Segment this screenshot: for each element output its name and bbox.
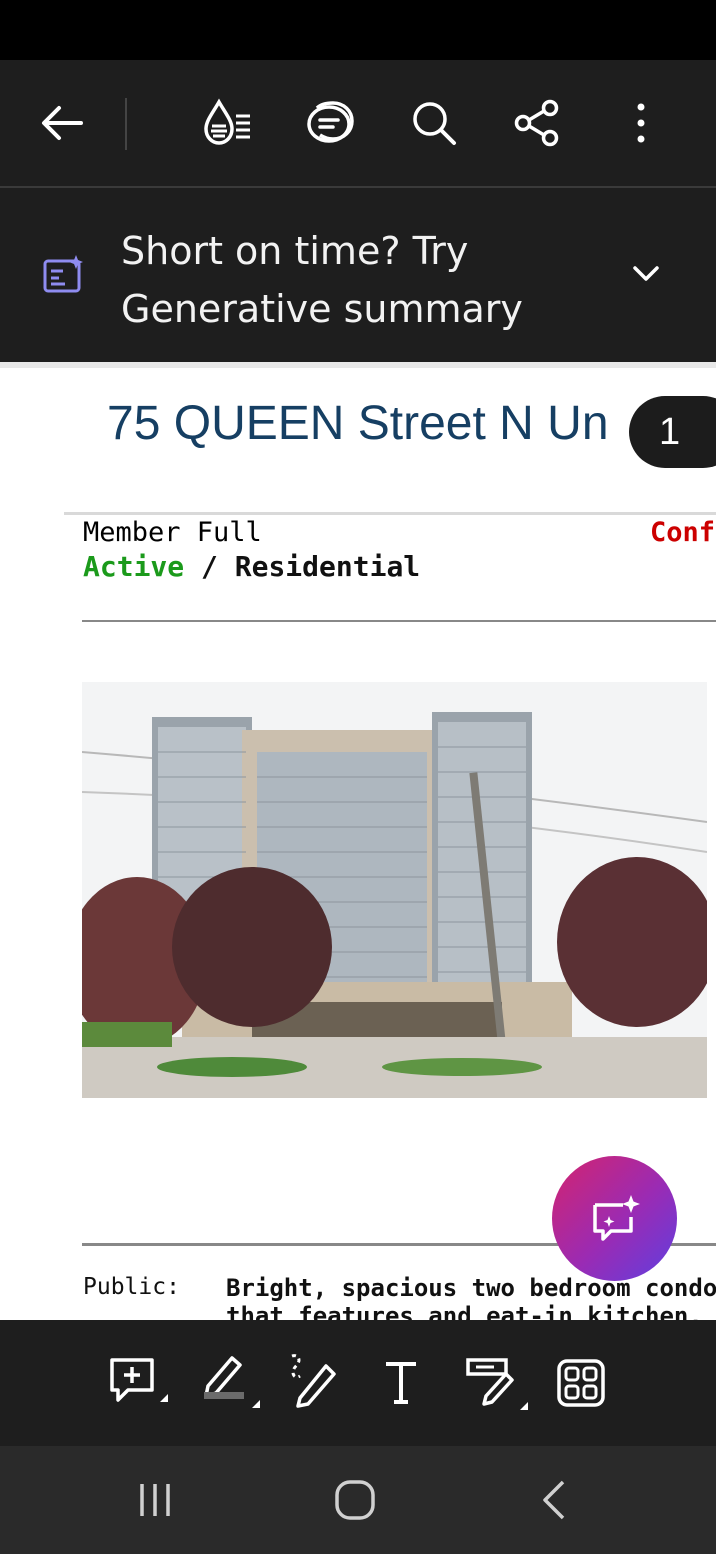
all-tools-button[interactable]: [548, 1350, 614, 1416]
listing-status: Active / Residential: [83, 550, 420, 583]
toolbar-divider: [125, 98, 127, 150]
all-tools-icon: [557, 1359, 605, 1407]
member-full-label: Member Full: [83, 517, 262, 548]
description-line-1: Bright, spacious two bedroom condo i: [226, 1274, 716, 1302]
back-nav-icon: [543, 1480, 565, 1520]
status-active: Active: [83, 550, 185, 583]
search-button[interactable]: [404, 93, 464, 153]
arrow-left-icon: [42, 106, 83, 140]
add-comment-button[interactable]: [104, 1350, 170, 1416]
ai-assistant-icon: [592, 1194, 640, 1241]
draw-button[interactable]: [280, 1350, 346, 1416]
more-options-button[interactable]: [611, 93, 671, 153]
share-button[interactable]: [507, 93, 567, 153]
public-remarks-label: Public:: [83, 1274, 180, 1300]
home-button[interactable]: [320, 1470, 390, 1530]
section-rule: [82, 620, 716, 622]
ai-assistant-button[interactable]: [552, 1156, 677, 1281]
text-icon: [386, 1362, 416, 1404]
edit-toolbar: [0, 1320, 716, 1446]
summary-prompt-text[interactable]: Short on time? Try Generative summary: [121, 222, 601, 338]
back-button[interactable]: [32, 93, 92, 153]
add-text-button[interactable]: [368, 1350, 434, 1416]
highlight-icon: [204, 1356, 260, 1408]
back-nav-button[interactable]: [520, 1470, 590, 1530]
comments-icon: [307, 101, 354, 143]
status-bar: [0, 0, 716, 60]
confidential-label: Conf: [650, 517, 716, 548]
header-rule: [64, 512, 716, 515]
liquid-mode-button[interactable]: [198, 93, 258, 153]
page-top-edge: [0, 362, 716, 368]
page-number-badge: 1: [629, 396, 716, 468]
add-comment-icon: [110, 1358, 168, 1402]
fill-sign-icon: [466, 1358, 528, 1410]
home-icon: [335, 1480, 375, 1520]
listing-title: 75 QUEEN Street N Un: [107, 397, 609, 450]
share-icon: [514, 99, 559, 147]
summary-line-2: Generative summary: [121, 287, 523, 331]
highlight-button[interactable]: [196, 1350, 262, 1416]
more-vertical-icon: [637, 103, 645, 143]
property-type: Residential: [234, 550, 421, 583]
fill-sign-button[interactable]: [462, 1350, 528, 1416]
ai-summary-icon: [43, 255, 83, 293]
top-toolbar: [0, 60, 716, 186]
comments-button[interactable]: [300, 93, 360, 153]
recent-apps-icon: [140, 1484, 170, 1516]
status-separator: /: [201, 550, 218, 583]
chevron-down-icon[interactable]: [626, 254, 666, 294]
summary-line-1: Short on time? Try: [121, 229, 469, 273]
liquid-mode-icon: [204, 98, 250, 145]
recent-apps-button[interactable]: [120, 1470, 190, 1530]
description-line-2: that features and eat-in kitchen, in su: [226, 1302, 716, 1320]
search-icon: [413, 102, 456, 145]
building-photo: [82, 682, 707, 1098]
system-nav-bar: [0, 1446, 716, 1554]
draw-icon: [291, 1354, 336, 1408]
